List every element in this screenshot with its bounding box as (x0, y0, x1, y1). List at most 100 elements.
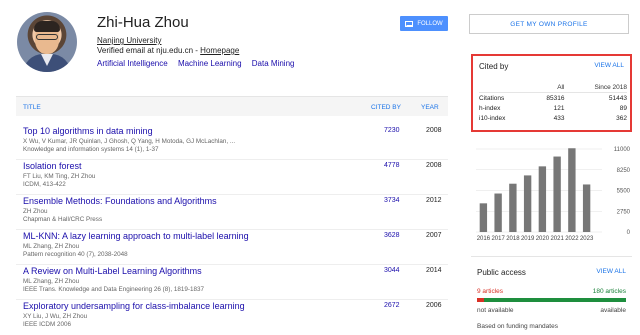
x-tick-label: 2017 (491, 236, 505, 242)
article-authors: X Wu, V Kumar, JR Quinlan, J Ghosh, Q Ya… (23, 138, 236, 145)
metric-name: Citations (479, 92, 530, 104)
profile-email: Verified email at nju.edu.cn - Homepage (97, 46, 240, 55)
articles-table-header: TITLE CITED BY YEAR (16, 96, 448, 116)
chart-bar (568, 148, 576, 232)
title-column-header[interactable]: TITLE (23, 104, 41, 111)
article-cited-count[interactable]: 3628 (384, 232, 400, 239)
article-title-link[interactable]: Exploratory undersampling for class-imba… (23, 301, 245, 311)
metric-name: h-index (479, 104, 501, 112)
chart-bar (494, 193, 502, 232)
x-tick-label: 2018 (506, 236, 520, 242)
metric-row: h-index 121 89 (479, 103, 627, 113)
chart-bar (479, 203, 488, 232)
chart-bar (523, 175, 532, 232)
metric-row: i10-index 433 362 (479, 114, 627, 124)
available-count: 180 articles (592, 288, 626, 295)
citation-metrics-table: All Since 2018 Citations 85316 51443 h-i… (479, 82, 627, 124)
article-year: 2007 (426, 232, 442, 239)
article-row: Ensemble Methods: Foundations and Algori… (16, 193, 448, 230)
article-cited-count[interactable]: 7230 (384, 127, 400, 134)
article-venue: IEEE ICDM 2006 (23, 321, 71, 328)
y-tick-label: 0 (627, 230, 631, 236)
article-row: Isolation forest FT Liu, KM Ting, ZH Zho… (16, 158, 448, 195)
y-tick-label: 11000 (614, 147, 631, 153)
article-row: Top 10 algorithms in data mining X Wu, V… (16, 123, 448, 160)
public-access-bar (477, 298, 626, 302)
x-tick-label: 2019 (521, 236, 535, 242)
get-my-own-profile-button[interactable]: GET MY OWN PROFILE (469, 14, 629, 34)
funding-note: Based on funding mandates (477, 323, 558, 330)
article-venue: Chapman & Hall/CRC Press (23, 216, 103, 223)
article-row: Exploratory undersampling for class-imba… (16, 298, 448, 335)
cited-by-title: Cited by (479, 62, 509, 71)
x-tick-label: 2016 (477, 236, 491, 242)
public-access-panel: Public access VIEW ALL 9 articles 180 ar… (471, 256, 632, 335)
metric-since: 51443 (564, 92, 627, 104)
x-tick-label: 2020 (536, 236, 550, 242)
article-venue: IEEE Trans. Knowledge and Data Engineeri… (23, 286, 204, 293)
article-year: 2012 (426, 197, 442, 204)
col-since-header: Since 2018 (594, 83, 627, 91)
cited-by-column-header[interactable]: CITED BY (371, 104, 401, 111)
chart-bar (509, 183, 517, 232)
profile-name: Zhi-Hua Zhou (97, 14, 189, 31)
interest-link[interactable]: Machine Learning (178, 59, 242, 68)
x-tick-label: 2021 (550, 236, 564, 242)
article-authors: XY Liu, J Wu, ZH Zhou (23, 313, 88, 320)
research-interests: Artificial Intelligence Machine Learning… (97, 59, 302, 68)
homepage-link[interactable]: Homepage (200, 46, 239, 55)
not-available-label: not available (477, 307, 514, 314)
follow-button[interactable]: FOLLOW (400, 16, 448, 31)
article-authors: ML Zhang, ZH Zhou (23, 278, 80, 285)
article-title-link[interactable]: Ensemble Methods: Foundations and Algori… (23, 196, 217, 206)
metric-row: Citations 85316 51443 (479, 92, 627, 104)
interest-link[interactable]: Artificial Intelligence (97, 59, 168, 68)
chart-bar (582, 184, 591, 232)
chart-bar (538, 166, 547, 232)
article-authors: ZH Zhou (23, 208, 48, 215)
interest-link[interactable]: Data Mining (252, 59, 295, 68)
metric-all: 85316 (529, 92, 565, 104)
article-cited-count[interactable]: 4778 (384, 162, 400, 169)
x-tick-label: 2023 (580, 236, 594, 242)
metric-since: 89 (619, 104, 627, 112)
x-tick-label: 2022 (565, 236, 579, 242)
article-row: A Review on Multi-Label Learning Algorit… (16, 263, 448, 300)
available-label: available (600, 307, 626, 314)
article-venue: ICDM, 413-422 (23, 181, 66, 188)
article-title-link[interactable]: Isolation forest (23, 161, 82, 171)
cited-by-view-all-link[interactable]: VIEW ALL (594, 62, 624, 69)
y-tick-label: 8250 (617, 168, 631, 174)
public-access-view-all-link[interactable]: VIEW ALL (596, 268, 626, 275)
public-access-title: Public access (477, 268, 526, 277)
metric-all: 433 (553, 115, 565, 123)
article-title-link[interactable]: A Review on Multi-Label Learning Algorit… (23, 266, 202, 276)
article-venue: Knowledge and information systems 14 (1)… (23, 146, 159, 153)
article-year: 2006 (426, 302, 442, 309)
y-tick-label: 2750 (617, 209, 631, 215)
article-row: ML-KNN: A lazy learning approach to mult… (16, 228, 448, 265)
citations-per-year-chart: 1100082505500275002016 2017 2018 2019 2020 20… (476, 147, 631, 242)
mail-icon (405, 20, 414, 27)
year-column-header[interactable]: YEAR (421, 104, 439, 111)
article-cited-count[interactable]: 2672 (384, 302, 400, 309)
chart-bar (553, 156, 561, 232)
metric-all: 121 (553, 104, 565, 112)
col-all-header: All (557, 83, 565, 91)
metric-name: i10-index (479, 115, 506, 123)
article-year: 2014 (426, 267, 442, 274)
article-title-link[interactable]: ML-KNN: A lazy learning approach to mult… (23, 231, 249, 241)
article-authors: ML Zhang, ZH Zhou (23, 243, 80, 250)
article-cited-count[interactable]: 3044 (384, 267, 400, 274)
article-cited-count[interactable]: 3734 (384, 197, 400, 204)
cited-by-panel: Cited by VIEW ALL All Since 2018 Citatio… (471, 54, 632, 132)
profile-affiliation[interactable]: Nanjing University (97, 36, 161, 45)
article-title-link[interactable]: Top 10 algorithms in data mining (23, 126, 153, 136)
article-authors: FT Liu, KM Ting, ZH Zhou (23, 173, 96, 180)
y-tick-label: 5500 (617, 189, 631, 195)
article-venue: Pattern recognition 40 (7), 2038-2048 (23, 251, 128, 258)
metric-since: 362 (616, 115, 627, 123)
article-year: 2008 (426, 127, 442, 134)
profile-photo (17, 12, 77, 72)
not-available-count: 9 articles (477, 288, 504, 295)
